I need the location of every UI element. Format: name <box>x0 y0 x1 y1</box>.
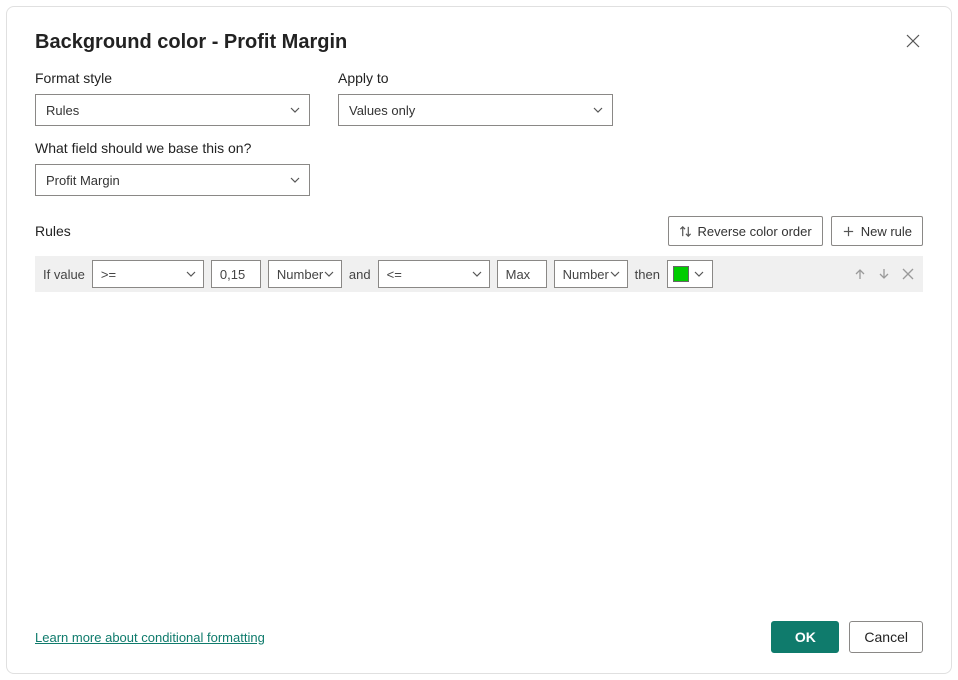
plus-icon <box>842 225 855 238</box>
swap-vertical-icon <box>679 225 692 238</box>
base-field-select[interactable]: Profit Margin <box>35 164 310 196</box>
color-swatch <box>673 266 689 282</box>
rule-operator-2-select[interactable]: <= <box>378 260 490 288</box>
chevron-down-icon <box>289 104 301 116</box>
chevron-down-icon <box>693 268 705 280</box>
base-field-label: What field should we base this on? <box>35 140 310 156</box>
rules-section-label: Rules <box>35 223 71 239</box>
rule-color-picker[interactable] <box>667 260 713 288</box>
apply-to-label: Apply to <box>338 70 613 86</box>
chevron-down-icon <box>471 268 483 280</box>
base-field-value: Profit Margin <box>46 173 120 188</box>
delete-rule-button[interactable] <box>901 267 915 281</box>
format-style-value: Rules <box>46 103 79 118</box>
then-label: then <box>635 267 660 282</box>
rule-type-1-select[interactable]: Number <box>268 260 342 288</box>
close-icon <box>901 267 915 281</box>
ok-button[interactable]: OK <box>771 621 839 653</box>
rule-operator-1-select[interactable]: >= <box>92 260 204 288</box>
chevron-down-icon <box>592 104 604 116</box>
new-rule-button[interactable]: New rule <box>831 216 923 246</box>
new-rule-label: New rule <box>861 224 912 239</box>
chevron-down-icon <box>185 268 197 280</box>
conditional-formatting-dialog: Background color - Profit Margin Format … <box>6 6 952 674</box>
chevron-down-icon <box>323 268 335 280</box>
apply-to-value: Values only <box>349 103 415 118</box>
reverse-color-order-button[interactable]: Reverse color order <box>668 216 823 246</box>
and-label: and <box>349 267 371 282</box>
dialog-header: Background color - Profit Margin <box>35 31 923 54</box>
if-value-label: If value <box>43 267 85 282</box>
format-style-label: Format style <box>35 70 310 86</box>
arrow-up-icon <box>853 267 867 281</box>
move-rule-up-button[interactable] <box>853 267 867 281</box>
rule-operator-2-value: <= <box>387 267 402 282</box>
rule-row: If value >= 0,15 Number and <= Max Numbe… <box>35 256 923 292</box>
reverse-color-order-label: Reverse color order <box>698 224 812 239</box>
close-icon <box>906 34 920 48</box>
chevron-down-icon <box>289 174 301 186</box>
learn-more-link[interactable]: Learn more about conditional formatting <box>35 630 265 645</box>
rule-type-2-select[interactable]: Number <box>554 260 628 288</box>
rule-type-2-value: Number <box>563 267 609 282</box>
dialog-title: Background color - Profit Margin <box>35 31 347 54</box>
rule-value-2: Max <box>506 267 531 282</box>
rule-type-1-value: Number <box>277 267 323 282</box>
chevron-down-icon <box>609 268 621 280</box>
rule-operator-1-value: >= <box>101 267 116 282</box>
rule-value-2-input[interactable]: Max <box>497 260 547 288</box>
move-rule-down-button[interactable] <box>877 267 891 281</box>
close-button[interactable] <box>903 31 923 51</box>
rule-value-1-input[interactable]: 0,15 <box>211 260 261 288</box>
apply-to-select[interactable]: Values only <box>338 94 613 126</box>
format-style-select[interactable]: Rules <box>35 94 310 126</box>
cancel-button[interactable]: Cancel <box>849 621 923 653</box>
arrow-down-icon <box>877 267 891 281</box>
rule-value-1: 0,15 <box>220 267 245 282</box>
